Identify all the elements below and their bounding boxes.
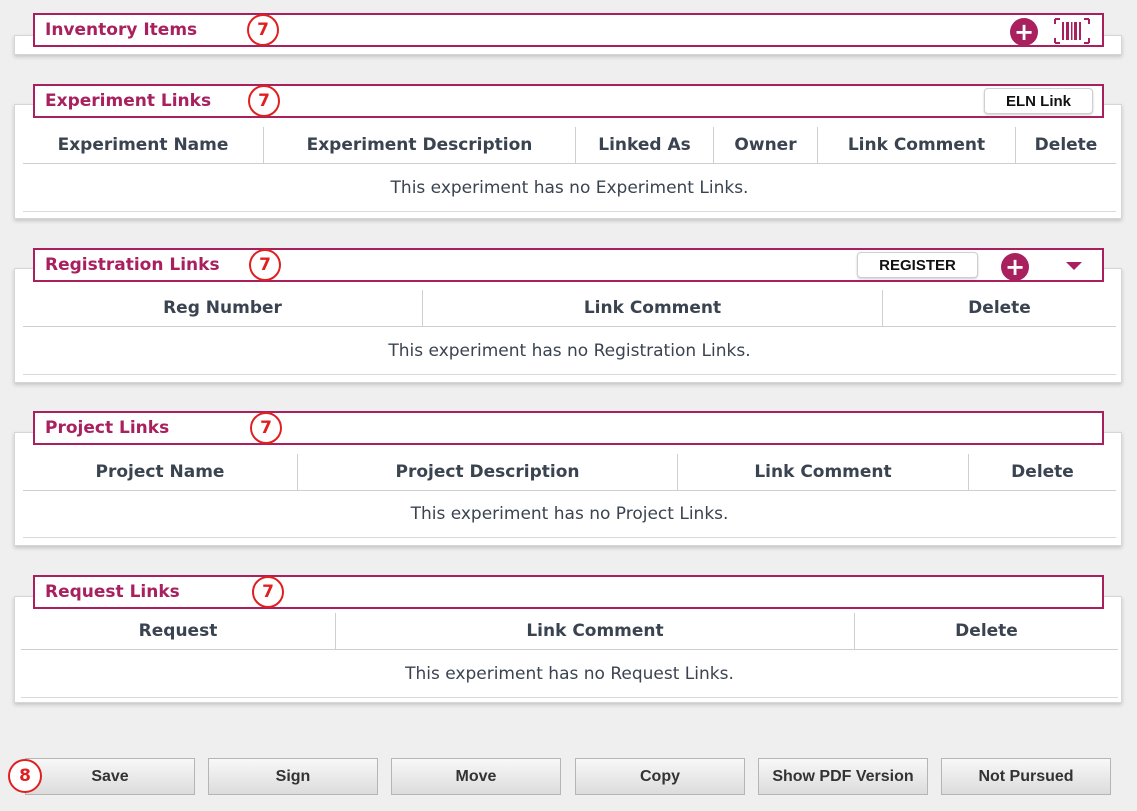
column-header[interactable]: Link Comment: [335, 613, 854, 649]
barcode-icon[interactable]: [1054, 18, 1090, 44]
project-links-table-header: Project Name Project Description Link Co…: [23, 454, 1116, 491]
experiment-links-header: Experiment Links 7 ELN Link: [33, 84, 1104, 118]
section-badge: 7: [250, 412, 282, 444]
register-button[interactable]: REGISTER: [857, 252, 978, 278]
registration-links-panel: Reg Number Link Comment Delete This expe…: [14, 268, 1122, 383]
column-header[interactable]: Delete: [968, 454, 1116, 490]
column-header[interactable]: Project Description: [297, 454, 677, 490]
column-header[interactable]: Project Name: [23, 454, 297, 490]
column-header[interactable]: Experiment Description: [263, 127, 575, 163]
column-header[interactable]: Owner: [713, 127, 817, 163]
empty-state-message: This experiment has no Registration Link…: [23, 327, 1116, 375]
experiment-links-panel: Experiment Name Experiment Description L…: [14, 104, 1122, 219]
section-badge: 7: [252, 576, 284, 608]
move-button[interactable]: Move: [391, 758, 561, 795]
project-links-header: Project Links 7: [33, 411, 1104, 445]
request-links-header: Request Links 7: [33, 575, 1104, 609]
plus-icon: +: [1013, 18, 1035, 46]
inventory-items-title: Inventory Items: [45, 20, 198, 40]
registration-links-title: Registration Links: [45, 255, 220, 275]
column-header[interactable]: Request: [21, 613, 335, 649]
request-links-title: Request Links: [45, 582, 180, 602]
copy-button[interactable]: Copy: [575, 758, 745, 795]
section-badge: 7: [247, 14, 279, 46]
project-links-title: Project Links: [45, 418, 170, 438]
column-header[interactable]: Link Comment: [817, 127, 1015, 163]
section-badge: 7: [249, 249, 281, 281]
add-registration-link-button[interactable]: +: [1001, 253, 1029, 281]
eln-link-button[interactable]: ELN Link: [984, 88, 1093, 114]
column-header[interactable]: Linked As: [575, 127, 713, 163]
show-pdf-version-button[interactable]: Show PDF Version: [758, 758, 928, 795]
section-badge: 7: [248, 85, 280, 117]
column-header[interactable]: Delete: [882, 290, 1116, 326]
column-header[interactable]: Delete: [854, 613, 1118, 649]
experiment-links-table-header: Experiment Name Experiment Description L…: [23, 127, 1116, 164]
column-header[interactable]: Experiment Name: [23, 127, 263, 163]
column-header[interactable]: Delete: [1015, 127, 1116, 163]
plus-icon: +: [1004, 253, 1026, 281]
caret-down-icon[interactable]: [1066, 262, 1082, 270]
sign-button[interactable]: Sign: [208, 758, 378, 795]
empty-state-message: This experiment has no Project Links.: [23, 490, 1116, 538]
request-links-table-header: Request Link Comment Delete: [21, 613, 1118, 650]
add-inventory-item-button[interactable]: +: [1010, 18, 1038, 46]
request-links-panel: Request Link Comment Delete This experim…: [14, 596, 1122, 703]
inventory-items-header: Inventory Items 7 +: [33, 13, 1104, 47]
experiment-links-title: Experiment Links: [45, 91, 212, 111]
registration-links-header: Registration Links 7 REGISTER +: [33, 248, 1104, 282]
column-header[interactable]: Link Comment: [677, 454, 968, 490]
project-links-panel: Project Name Project Description Link Co…: [14, 432, 1122, 546]
registration-links-table-header: Reg Number Link Comment Delete: [23, 290, 1116, 327]
column-header[interactable]: Reg Number: [23, 290, 422, 326]
column-header[interactable]: Link Comment: [422, 290, 882, 326]
not-pursued-button[interactable]: Not Pursued: [941, 758, 1111, 795]
empty-state-message: This experiment has no Request Links.: [21, 650, 1118, 698]
save-button[interactable]: Save: [25, 758, 195, 795]
empty-state-message: This experiment has no Experiment Links.: [23, 164, 1116, 212]
footer-badge: 8: [8, 759, 42, 793]
